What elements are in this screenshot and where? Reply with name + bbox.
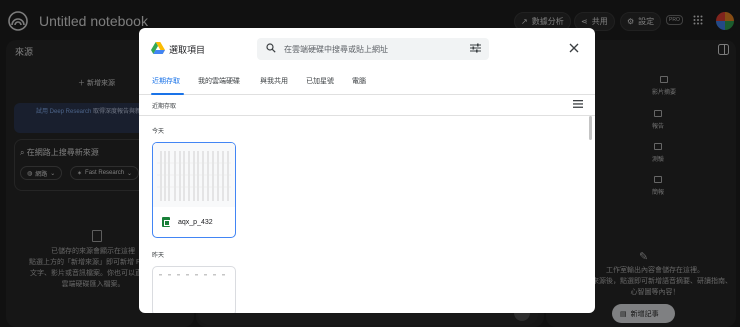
file-thumbnail xyxy=(153,143,235,207)
close-icon[interactable] xyxy=(569,43,579,53)
section-yesterday: 昨天 xyxy=(152,253,165,259)
file-card[interactable] xyxy=(152,266,236,313)
tab-computers[interactable]: 電腦 xyxy=(352,76,366,86)
filter-icon[interactable] xyxy=(470,43,481,53)
tab-my-drive[interactable]: 我的雲端硬碟 xyxy=(198,76,240,86)
section-today: 今天 xyxy=(152,129,165,135)
google-drive-icon xyxy=(151,42,165,54)
tab-shared-with-me[interactable]: 與我共用 xyxy=(260,76,288,86)
file-card[interactable]: aqx_p_432 xyxy=(152,142,236,238)
google-sheets-icon xyxy=(162,217,170,227)
tab-starred[interactable]: 已加星號 xyxy=(306,76,334,86)
picker-title: 選取項目 xyxy=(169,45,206,55)
file-name: aqx_p_432 xyxy=(178,218,213,226)
sort-label: 近期存取 xyxy=(152,104,177,110)
sort-divider xyxy=(139,115,595,116)
scrollbar[interactable] xyxy=(589,116,592,140)
list-view-icon[interactable] xyxy=(573,100,583,108)
search-icon xyxy=(266,43,276,53)
file-name-row: aqx_p_432 xyxy=(153,207,235,237)
tab-divider xyxy=(139,94,595,95)
picker-search-input[interactable]: 在雲端硬碟中搜尋或貼上網址 xyxy=(284,44,388,55)
drive-picker-dialog: 選取項目 在雲端硬碟中搜尋或貼上網址 近期存取 我的雲端硬碟 與我共用 已加星號… xyxy=(139,28,595,313)
active-tab-indicator xyxy=(151,93,184,95)
file-thumbnail xyxy=(159,274,225,276)
tab-recent[interactable]: 近期存取 xyxy=(152,76,180,86)
